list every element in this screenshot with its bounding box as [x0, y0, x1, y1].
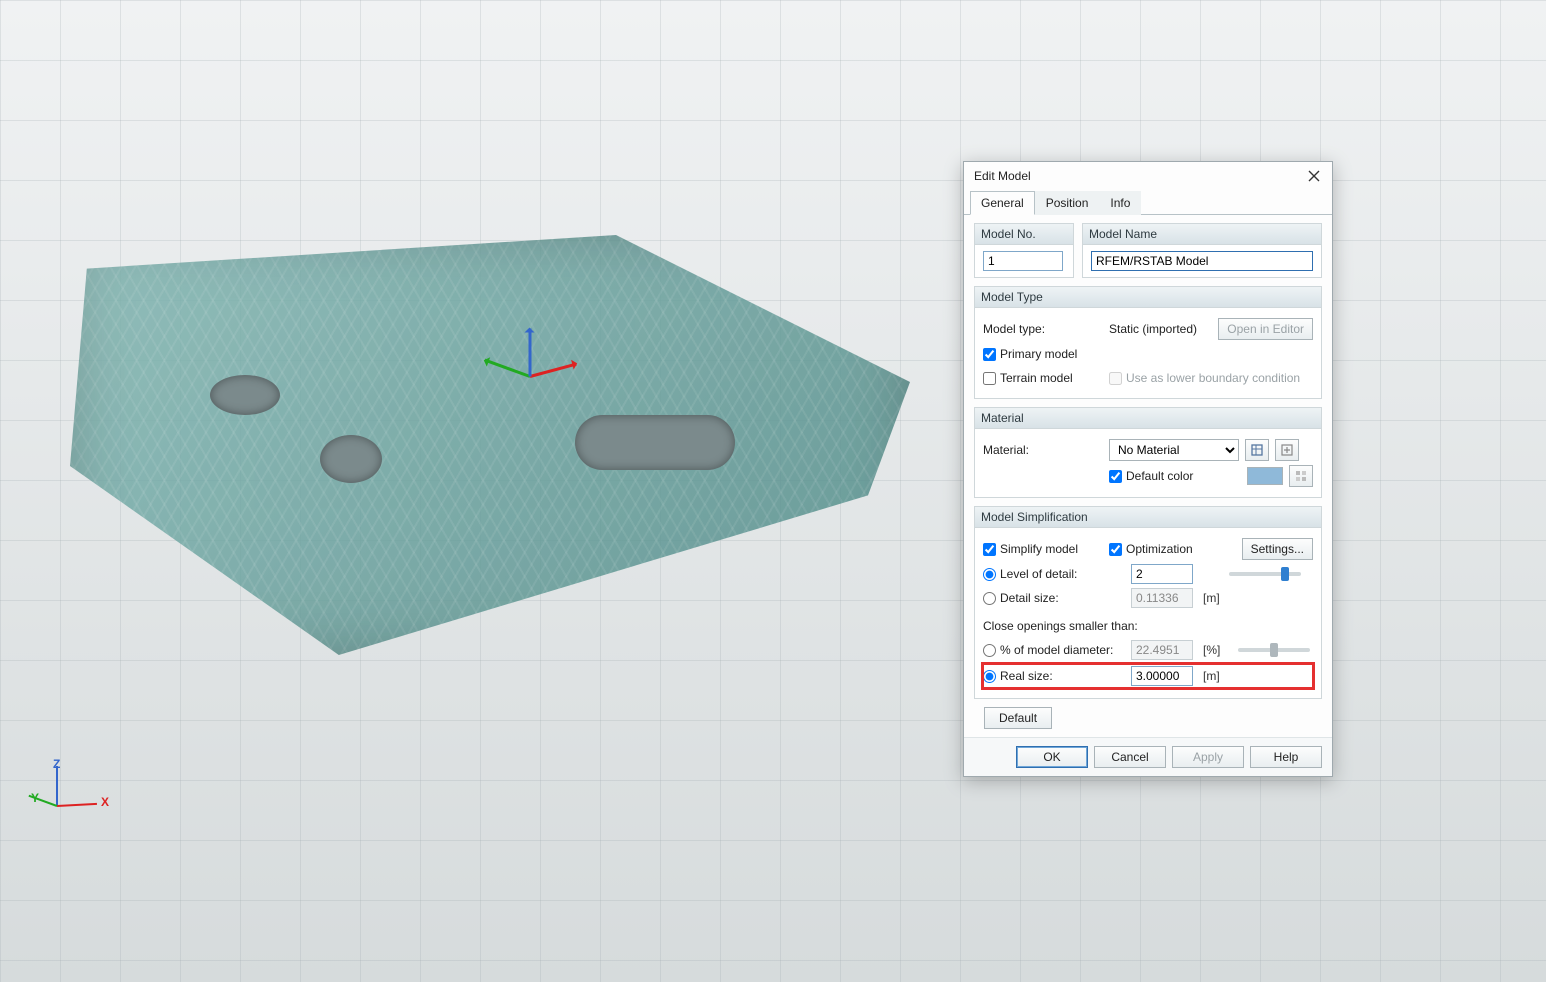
optimization-check-input[interactable] — [1109, 543, 1122, 556]
optimization-checkbox[interactable]: Optimization — [1109, 542, 1236, 556]
terrain-model-check-input[interactable] — [983, 372, 996, 385]
primary-model-label: Primary model — [1000, 347, 1077, 361]
close-openings-slider[interactable] — [1238, 648, 1310, 652]
model-hole — [210, 375, 280, 415]
default-color-checkbox[interactable]: Default color — [1109, 469, 1193, 483]
dialog-tabs: General Position Info — [964, 190, 1332, 215]
default-color-label: Default color — [1126, 469, 1193, 483]
group-header-model-name: Model Name — [1083, 224, 1321, 245]
lod-radio-input[interactable] — [983, 568, 996, 581]
axis-z-label: Z — [53, 757, 60, 771]
lod-radio[interactable]: Level of detail: — [983, 567, 1125, 581]
model-hole — [575, 415, 735, 470]
lod-slider[interactable] — [1229, 572, 1301, 576]
pct-unit: [%] — [1203, 643, 1220, 657]
new-icon — [1280, 443, 1294, 457]
model-no-input[interactable] — [983, 251, 1063, 271]
lod-label: Level of detail: — [1000, 567, 1077, 581]
library-icon — [1250, 443, 1264, 457]
real-size-radio[interactable]: Real size: — [983, 669, 1125, 683]
pct-diameter-radio-input[interactable] — [983, 644, 996, 657]
detail-size-label: Detail size: — [1000, 591, 1059, 605]
cancel-button[interactable]: Cancel — [1094, 746, 1166, 768]
material-select[interactable]: No Material — [1109, 439, 1239, 461]
ok-button[interactable]: OK — [1016, 746, 1088, 768]
real-size-row-highlight: Real size: [m] — [983, 664, 1313, 688]
edit-model-dialog: Edit Model General Position Info Model N… — [963, 161, 1333, 777]
axis-x-label: X — [101, 795, 109, 809]
dialog-titlebar[interactable]: Edit Model — [964, 162, 1332, 190]
detail-size-radio[interactable]: Detail size: — [983, 591, 1125, 605]
group-header-model-type: Model Type — [975, 287, 1321, 308]
primary-model-checkbox[interactable]: Primary model — [983, 347, 1077, 361]
tab-info[interactable]: Info — [1099, 191, 1141, 215]
simplify-model-check-input[interactable] — [983, 543, 996, 556]
real-size-radio-input[interactable] — [983, 670, 996, 683]
model-hole — [320, 435, 382, 483]
settings-button[interactable]: Settings... — [1242, 538, 1313, 560]
default-color-check-input[interactable] — [1109, 470, 1122, 483]
simplify-model-checkbox[interactable]: Simplify model — [983, 542, 1103, 556]
model-type-label: Model type: — [983, 322, 1103, 336]
use-lower-bc-check-input — [1109, 372, 1122, 385]
detail-size-radio-input[interactable] — [983, 592, 996, 605]
terrain-model-checkbox[interactable]: Terrain model — [983, 371, 1103, 385]
use-lower-bc-label: Use as lower boundary condition — [1126, 371, 1300, 385]
axis-y-label: Y — [31, 791, 39, 805]
close-openings-label: Close openings smaller than: — [983, 619, 1138, 633]
dialog-footer: OK Cancel Apply Help — [964, 737, 1332, 776]
group-header-simplification: Model Simplification — [975, 507, 1321, 528]
use-lower-bc-checkbox: Use as lower boundary condition — [1109, 371, 1300, 385]
tab-position[interactable]: Position — [1035, 191, 1100, 215]
material-label: Material: — [983, 443, 1103, 457]
close-button[interactable] — [1306, 168, 1322, 184]
material-library-button[interactable] — [1245, 439, 1269, 461]
real-size-input[interactable] — [1131, 666, 1193, 686]
help-button[interactable]: Help — [1250, 746, 1322, 768]
pct-diameter-label: % of model diameter: — [1000, 643, 1113, 657]
optimization-label: Optimization — [1126, 542, 1193, 556]
color-picker-button — [1289, 465, 1313, 487]
orientation-gizmo[interactable]: X Y Z — [35, 767, 115, 827]
group-header-model-no: Model No. — [975, 224, 1073, 245]
pct-diameter-input — [1131, 640, 1193, 660]
model-name-input[interactable] — [1091, 251, 1313, 271]
dialog-title: Edit Model — [974, 169, 1031, 183]
real-size-unit: [m] — [1203, 669, 1220, 683]
lod-input[interactable] — [1131, 564, 1193, 584]
close-icon — [1308, 170, 1320, 182]
primary-model-check-input[interactable] — [983, 348, 996, 361]
tab-general[interactable]: General — [970, 191, 1035, 215]
axis-z-icon — [56, 766, 58, 806]
default-button[interactable]: Default — [984, 707, 1052, 729]
group-header-material: Material — [975, 408, 1321, 429]
axis-x-icon — [57, 803, 97, 807]
apply-button: Apply — [1172, 746, 1244, 768]
palette-icon — [1294, 469, 1308, 483]
pct-diameter-radio[interactable]: % of model diameter: — [983, 643, 1125, 657]
material-new-button[interactable] — [1275, 439, 1299, 461]
color-swatch[interactable] — [1247, 467, 1283, 485]
model-type-value: Static (imported) — [1109, 322, 1212, 336]
simplify-model-label: Simplify model — [1000, 542, 1078, 556]
real-size-label: Real size: — [1000, 669, 1053, 683]
detail-size-input — [1131, 588, 1193, 608]
terrain-model-label: Terrain model — [1000, 371, 1073, 385]
open-in-editor-button: Open in Editor — [1218, 318, 1313, 340]
detail-size-unit: [m] — [1203, 591, 1220, 605]
